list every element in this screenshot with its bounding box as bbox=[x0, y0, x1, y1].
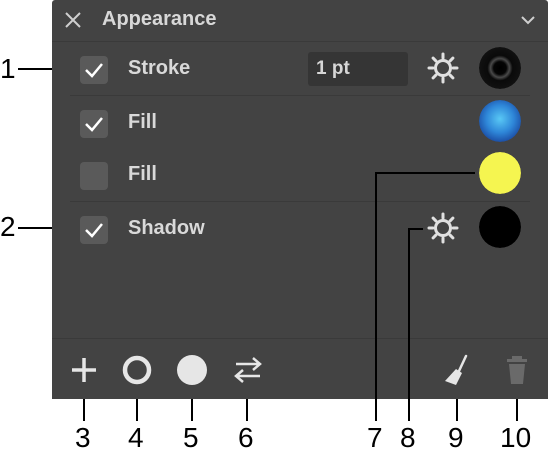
callout-4-line bbox=[136, 399, 138, 421]
callout-3: 3 bbox=[75, 422, 91, 453]
callout-5: 5 bbox=[183, 422, 199, 453]
shadow-row[interactable]: Shadow bbox=[52, 202, 548, 254]
close-icon[interactable] bbox=[64, 11, 82, 29]
trash-icon[interactable] bbox=[500, 353, 534, 387]
callout-7-line-ext bbox=[375, 399, 377, 421]
callout-10: 10 bbox=[500, 422, 532, 453]
stroke-settings-gear-icon[interactable] bbox=[426, 51, 460, 85]
callout-10-line bbox=[516, 399, 518, 421]
stroke-width-field[interactable]: 1 pt bbox=[308, 52, 408, 86]
callout-8: 8 bbox=[400, 422, 416, 453]
shadow-checkbox[interactable] bbox=[80, 216, 108, 244]
shadow-color-swatch[interactable] bbox=[479, 206, 521, 248]
callout-4: 4 bbox=[128, 422, 144, 453]
callout-6-line bbox=[246, 399, 248, 421]
callout-6: 6 bbox=[238, 422, 254, 453]
callout-7-line-h bbox=[376, 172, 475, 174]
callout-9-line bbox=[456, 399, 458, 421]
fill-row-2[interactable]: Fill bbox=[52, 148, 548, 200]
fill-2-color-swatch[interactable] bbox=[479, 152, 521, 194]
shadow-settings-gear-icon[interactable] bbox=[426, 211, 460, 245]
callout-8-line-ext bbox=[408, 399, 410, 421]
callout-8-line-h bbox=[409, 228, 423, 230]
callout-2: 2 bbox=[0, 211, 16, 242]
panel-title: Appearance bbox=[102, 8, 217, 30]
callout-9: 9 bbox=[448, 422, 464, 453]
fill-circle-icon[interactable] bbox=[175, 353, 209, 387]
fill-2-checkbox[interactable] bbox=[80, 162, 108, 190]
stroke-checkbox[interactable] bbox=[80, 56, 108, 84]
callout-7-line-v bbox=[375, 172, 377, 399]
callout-3-line bbox=[83, 399, 85, 421]
swap-arrows-icon[interactable] bbox=[231, 353, 265, 387]
add-icon[interactable] bbox=[67, 353, 101, 387]
footer-divider bbox=[52, 338, 548, 339]
stroke-color-swatch[interactable] bbox=[479, 47, 521, 89]
fill-1-label: Fill bbox=[128, 111, 157, 133]
stroke-label: Stroke bbox=[128, 57, 191, 79]
callout-2-line bbox=[18, 227, 52, 229]
callout-5-line bbox=[191, 399, 193, 421]
stroke-circle-icon[interactable] bbox=[120, 353, 154, 387]
panel-header: Appearance bbox=[52, 0, 548, 42]
callout-7: 7 bbox=[367, 422, 383, 453]
chevron-down-icon[interactable] bbox=[520, 15, 536, 25]
fill-2-label: Fill bbox=[128, 163, 157, 185]
stroke-row[interactable]: Stroke 1 pt bbox=[52, 42, 548, 94]
callout-1: 1 bbox=[0, 53, 16, 84]
fill-1-checkbox[interactable] bbox=[80, 110, 108, 138]
callout-1-line bbox=[18, 68, 52, 70]
fill-1-color-swatch[interactable] bbox=[479, 100, 521, 142]
fill-row-1[interactable]: Fill bbox=[52, 96, 548, 148]
callout-8-line-v bbox=[408, 228, 410, 399]
broom-icon[interactable] bbox=[440, 353, 474, 387]
shadow-label: Shadow bbox=[128, 217, 205, 239]
appearance-panel: Appearance Stroke 1 pt Fill Fill Shadow bbox=[52, 0, 548, 399]
